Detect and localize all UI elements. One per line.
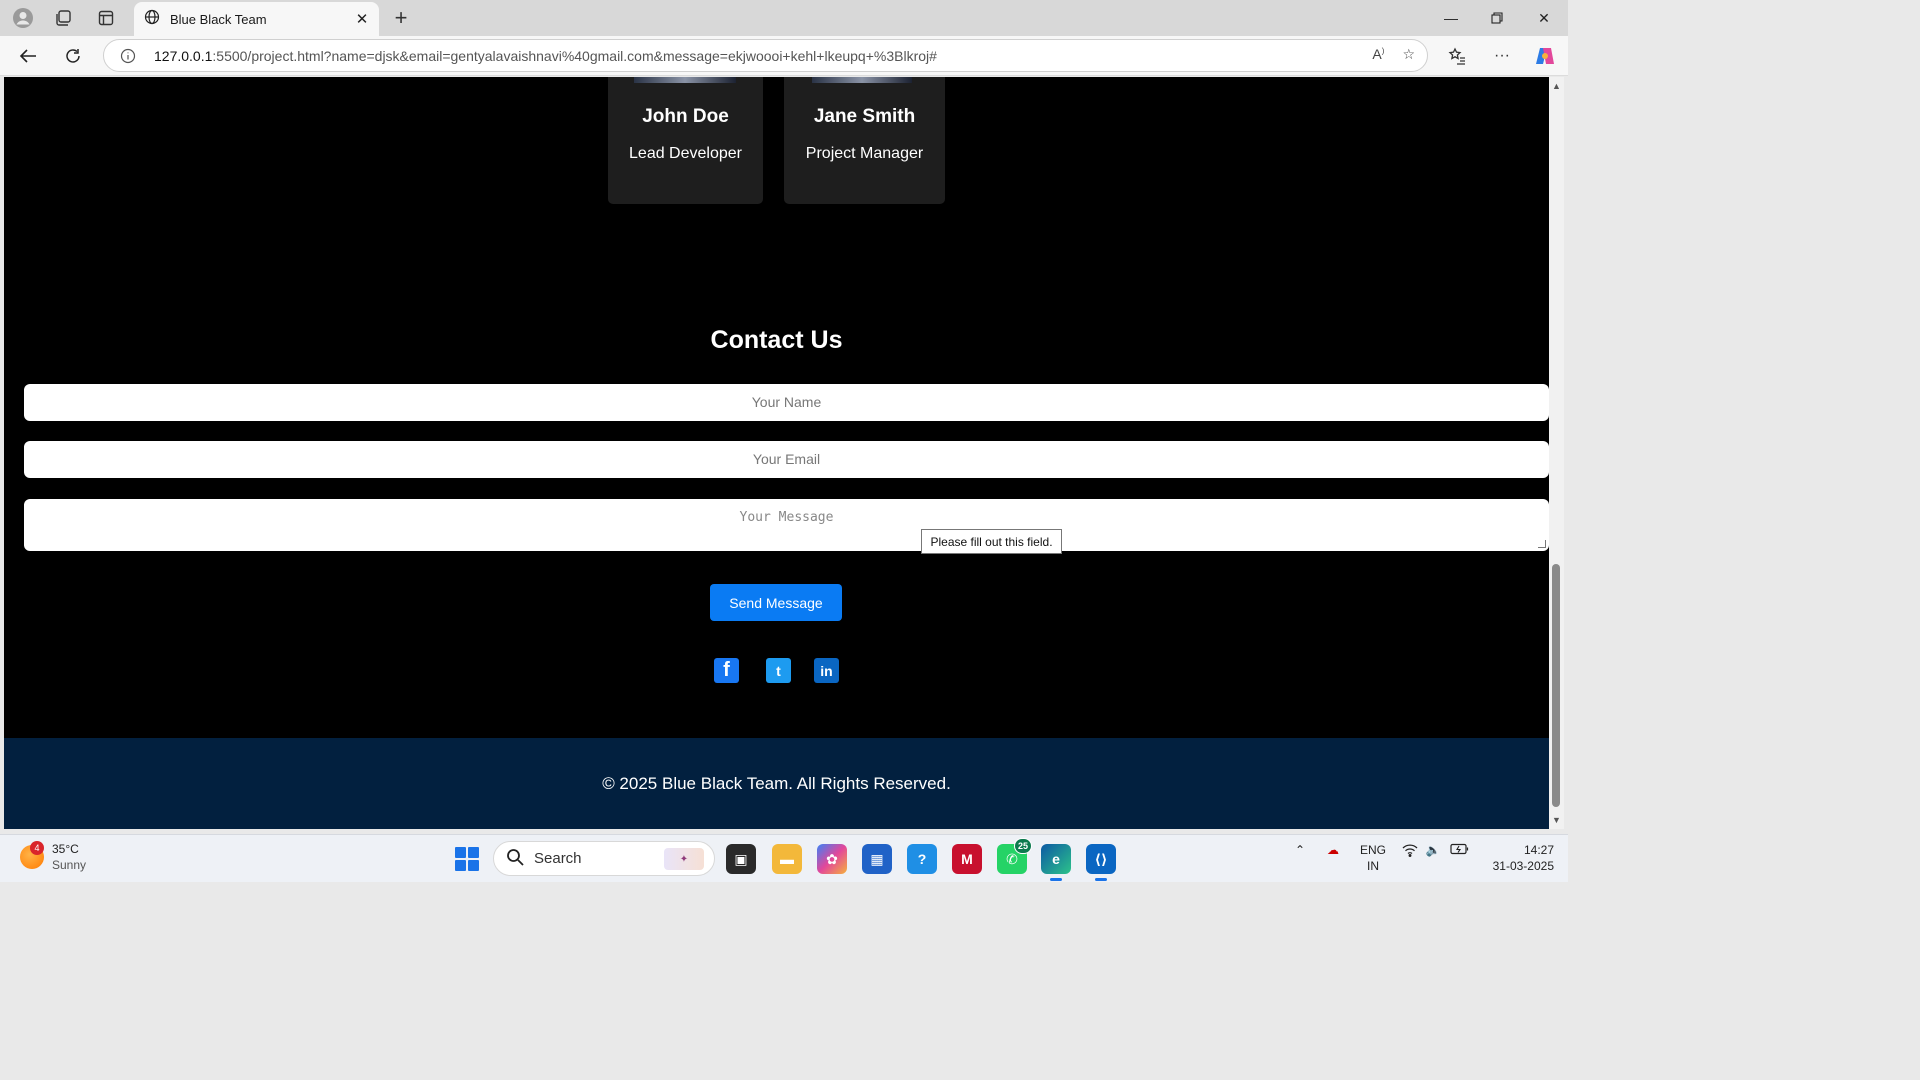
clock-date: 31-03-2025 <box>1492 859 1554 873</box>
resize-handle-icon[interactable] <box>1538 540 1546 548</box>
favorite-star-icon[interactable]: ☆ <box>1402 46 1415 63</box>
member-role: Project Manager <box>805 145 924 162</box>
member-name: John Doe <box>642 106 729 127</box>
globe-icon <box>144 9 160 30</box>
member-name: Jane Smith <box>813 106 916 127</box>
task-view-icon[interactable]: ▣ <box>726 844 756 874</box>
volume-icon[interactable]: 🔈 <box>1424 843 1442 857</box>
weather-temp: 35°C <box>52 842 79 856</box>
mcafee-icon[interactable]: M <box>952 844 982 874</box>
start-button[interactable] <box>455 847 479 871</box>
address-toolbar: 127.0.0.1:5500/project.html?name=djsk&em… <box>0 36 1568 76</box>
name-input[interactable]: Your Name <box>24 384 1549 421</box>
workspaces-icon[interactable] <box>50 6 76 30</box>
team-card: John Doe Lead Developer <box>608 77 763 204</box>
refresh-button[interactable] <box>59 44 87 68</box>
page-footer: © 2025 Blue Black Team. All Rights Reser… <box>4 738 1549 829</box>
copilot-app-icon[interactable]: ✿ <box>817 844 847 874</box>
search-icon <box>506 848 524 870</box>
onedrive-error-icon[interactable]: ☁ <box>1322 843 1344 857</box>
read-aloud-icon[interactable]: A) <box>1372 46 1384 63</box>
scrollbar-thumb[interactable] <box>1552 564 1560 807</box>
message-placeholder: Your Message <box>739 510 834 525</box>
weather-widget[interactable]: 4 35°C Sunny <box>20 841 86 873</box>
site-info-icon[interactable] <box>120 48 140 64</box>
email-input[interactable]: Your Email <box>24 441 1549 478</box>
member-photo <box>634 77 736 83</box>
weather-desc: Sunny <box>52 858 87 872</box>
taskbar-clock[interactable]: 14:27 31-03-2025 <box>1480 842 1554 874</box>
back-button[interactable] <box>14 44 42 68</box>
show-hidden-icons-icon[interactable]: ⌃ <box>1292 843 1308 857</box>
tab-close-icon[interactable]: ✕ <box>351 8 373 30</box>
url-bar[interactable]: 127.0.0.1:5500/project.html?name=djsk&em… <box>103 39 1428 72</box>
language-indicator[interactable]: ENG IN <box>1358 842 1388 874</box>
twitter-icon[interactable]: t <box>766 658 791 683</box>
battery-icon[interactable] <box>1449 843 1471 855</box>
weather-badge: 4 <box>30 841 44 855</box>
whatsapp-count-badge: 25 <box>1014 838 1032 854</box>
whatsapp-icon[interactable]: ✆ 25 <box>997 838 1032 874</box>
validation-tooltip: Please fill out this field. <box>921 529 1062 554</box>
member-photo <box>812 77 912 83</box>
taskbar-search[interactable]: Search ✦ <box>493 841 715 876</box>
facebook-icon[interactable]: f <box>714 658 739 683</box>
tab-title: Blue Black Team <box>170 11 267 27</box>
vertical-tabs-icon[interactable] <box>93 6 119 30</box>
url-text: 127.0.0.1:5500/project.html?name=djsk&em… <box>154 47 937 64</box>
contact-title: Contact Us <box>710 326 843 354</box>
edge-browser-icon[interactable]: e <box>1041 844 1071 881</box>
profile-icon[interactable] <box>10 6 36 30</box>
wifi-icon[interactable] <box>1401 843 1419 857</box>
minimize-button[interactable]: — <box>1428 0 1474 36</box>
clock-time: 14:27 <box>1523 843 1554 857</box>
page-viewport: John Doe Lead Developer Jane Smith Proje… <box>4 77 1549 829</box>
taskbar: 4 35°C Sunny Search ✦ ▣ ▬ ✿ ▦ ? M ✆ 25 e… <box>0 834 1568 882</box>
search-highlight-icon: ✦ <box>664 848 704 870</box>
scroll-up-icon[interactable]: ▲ <box>1551 81 1562 91</box>
message-textarea[interactable]: Your Message <box>24 499 1549 551</box>
vscode-icon[interactable]: ⟨⟩ <box>1086 844 1116 881</box>
send-message-button[interactable]: Send Message <box>710 584 842 621</box>
more-menu-icon[interactable]: ··· <box>1489 44 1515 68</box>
copilot-icon[interactable] <box>1532 44 1558 68</box>
linkedin-icon[interactable]: in <box>814 658 839 683</box>
favorites-icon[interactable] <box>1444 44 1470 68</box>
sun-icon: 4 <box>20 841 44 869</box>
page-scrollbar[interactable]: ▲ ▼ <box>1549 77 1564 829</box>
browser-tab-bar: Blue Black Team ✕ + — ✕ <box>0 0 1568 36</box>
restore-button[interactable] <box>1474 0 1520 36</box>
help-icon[interactable]: ? <box>907 844 937 874</box>
file-explorer-icon[interactable]: ▬ <box>772 844 802 874</box>
new-tab-button[interactable]: + <box>389 5 413 30</box>
scroll-down-icon[interactable]: ▼ <box>1551 815 1562 825</box>
microsoft-store-icon[interactable]: ▦ <box>862 844 892 874</box>
copyright-text: © 2025 Blue Black Team. All Rights Reser… <box>602 773 951 793</box>
member-role: Lead Developer <box>629 145 742 162</box>
close-window-button[interactable]: ✕ <box>1521 0 1567 36</box>
search-label: Search <box>534 850 582 867</box>
team-card: Jane Smith Project Manager <box>784 77 945 204</box>
tab-blue-black-team[interactable]: Blue Black Team ✕ <box>134 2 379 36</box>
